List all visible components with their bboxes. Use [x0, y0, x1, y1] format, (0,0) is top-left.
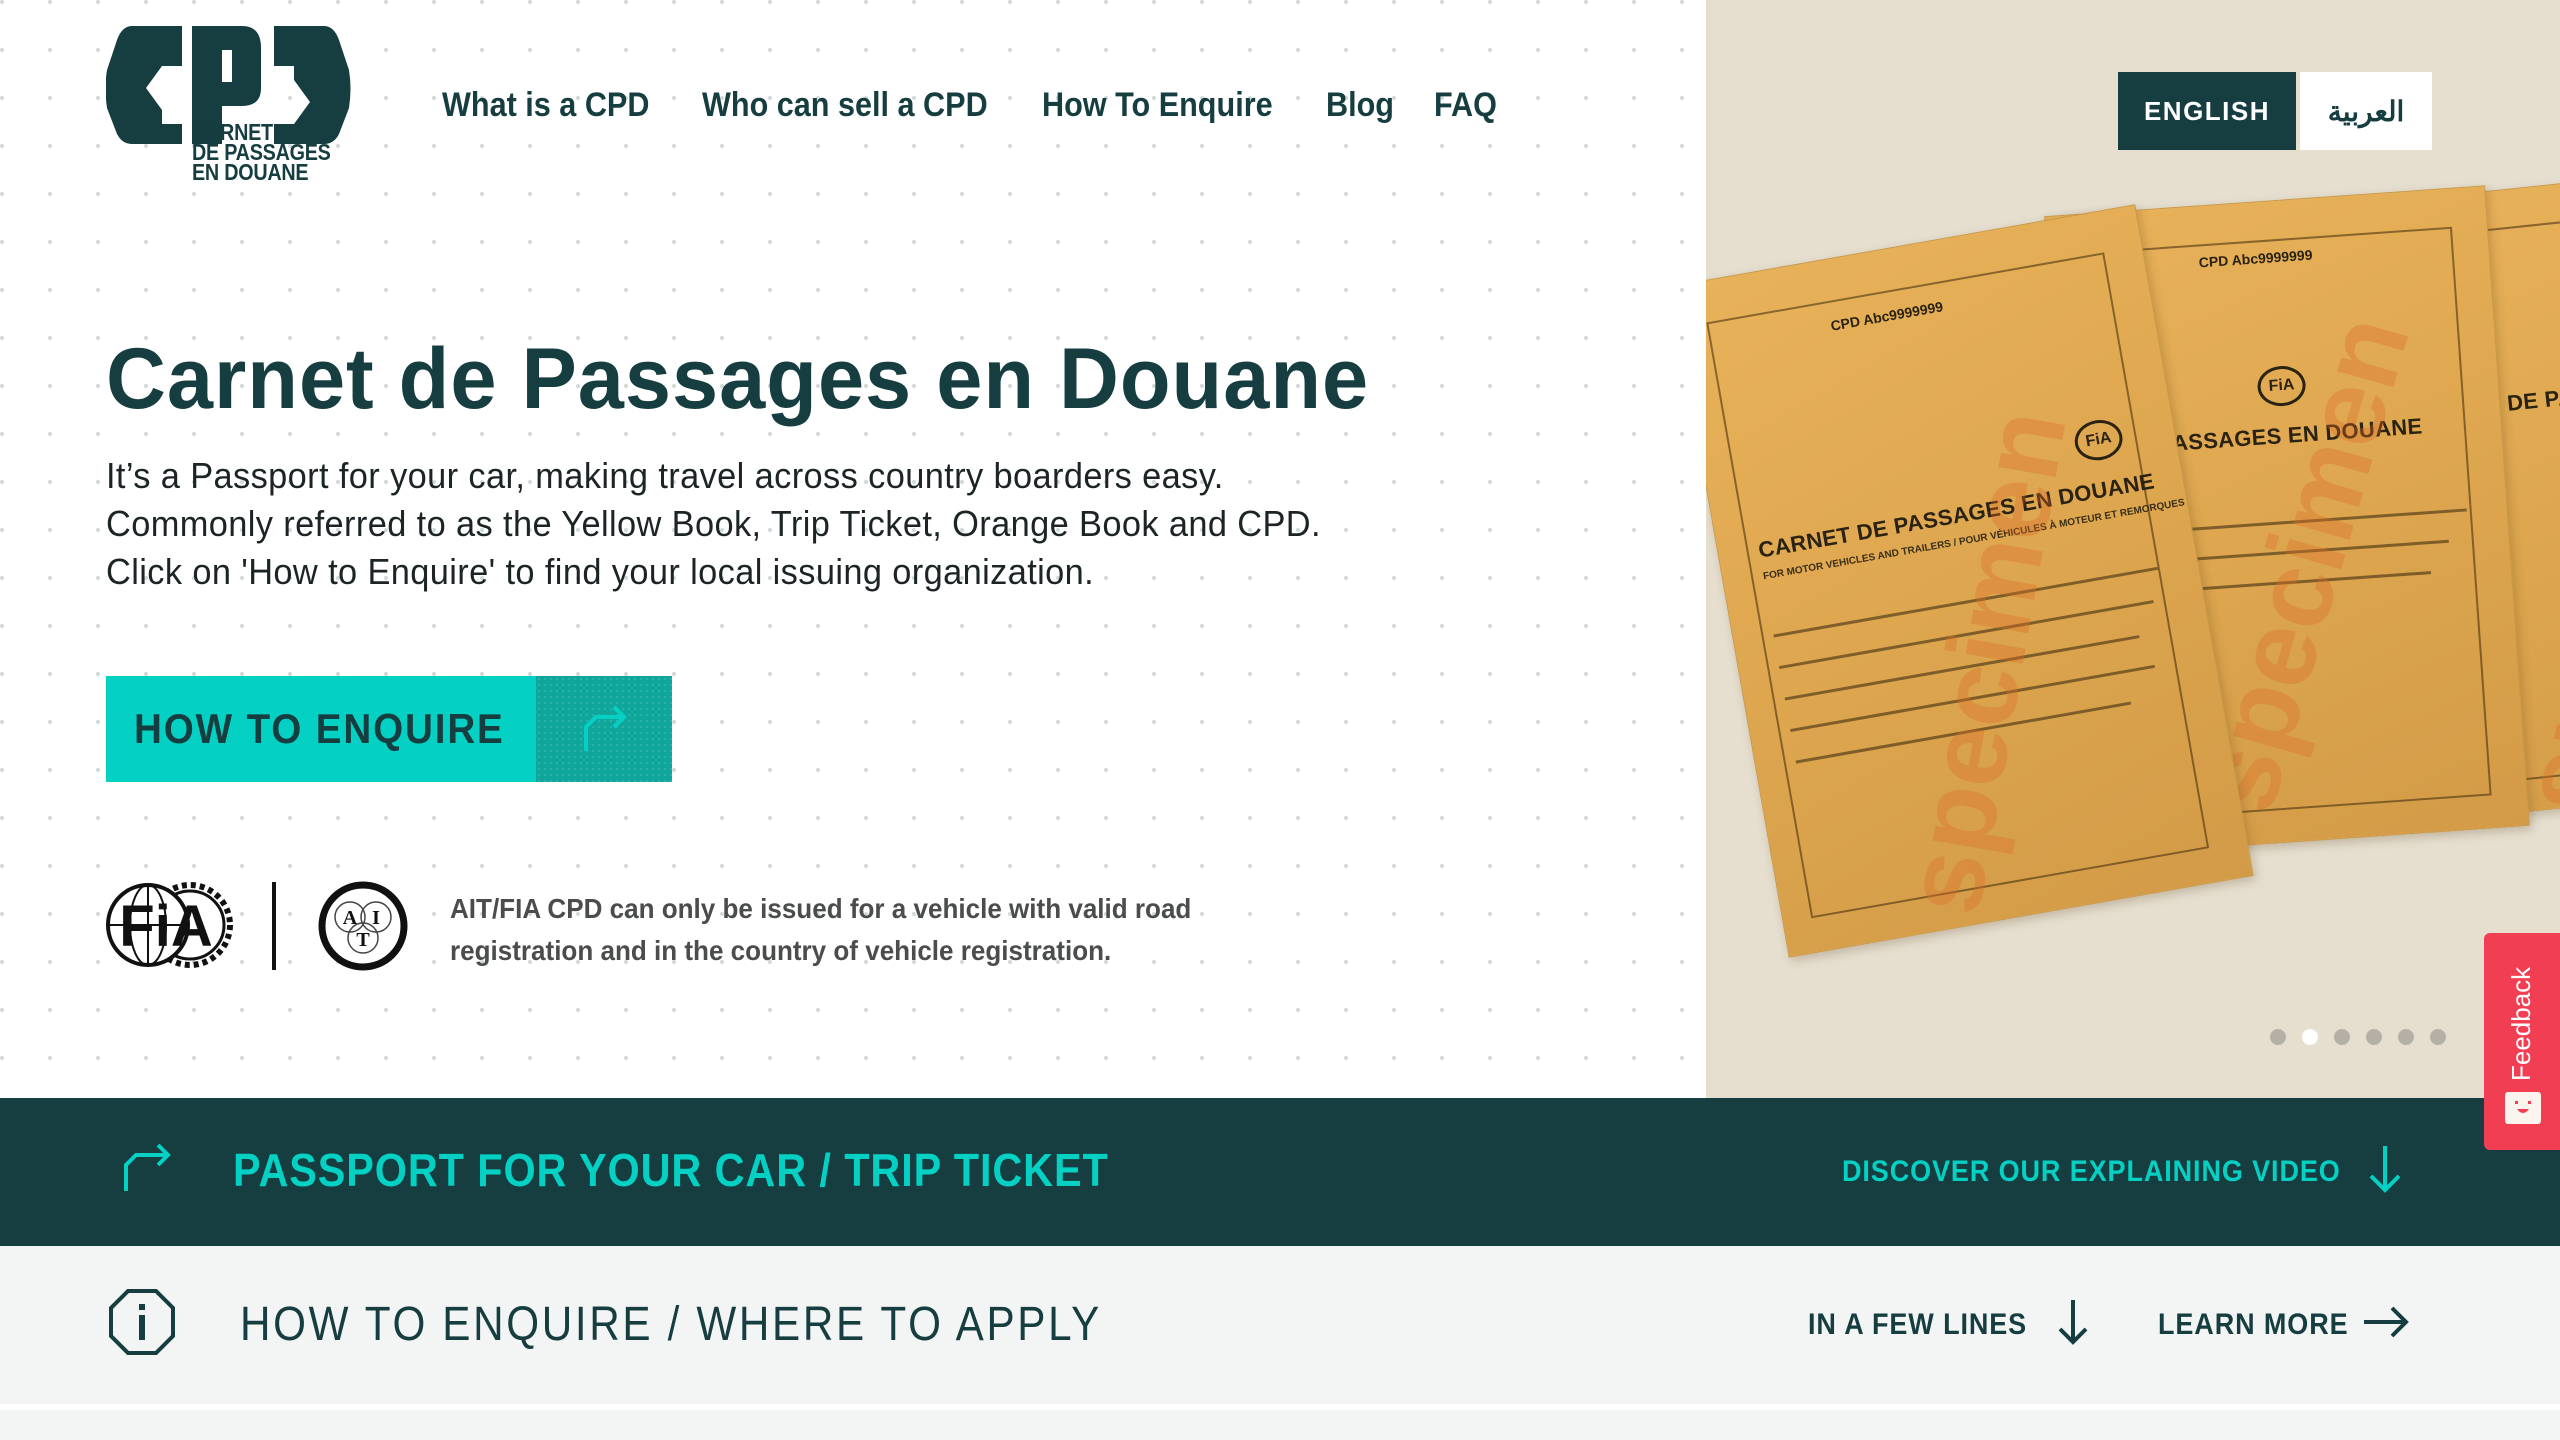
arrow-down-icon[interactable] [2056, 1298, 2090, 1346]
language-arabic-button[interactable]: العربية [2300, 72, 2432, 150]
carousel-dot-active[interactable] [2302, 1029, 2318, 1045]
notice-line: registration and in the country of vehic… [450, 935, 1112, 966]
carousel-dot[interactable] [2334, 1029, 2350, 1045]
page-title: Carnet de Passages en Douane [106, 331, 1370, 427]
smiley-chat-icon [2505, 1092, 2541, 1124]
ait-letter: I [372, 907, 380, 929]
feedback-tab[interactable]: Feedback [2484, 933, 2560, 1150]
carousel-dot[interactable] [2430, 1029, 2446, 1045]
how-to-enquire-button[interactable]: HOW TO ENQUIRE [106, 676, 672, 782]
hero-description-line: Commonly referred to as the Yellow Book,… [106, 503, 1321, 544]
in-a-few-lines-link[interactable]: IN A FEW LINES [1808, 1308, 2027, 1342]
arrow-down-icon[interactable] [2366, 1144, 2404, 1194]
carousel-dot[interactable] [2366, 1029, 2382, 1045]
hero-description: It’s a Passport for your car, making tra… [106, 452, 1321, 596]
language-switcher: ENGLISH العربية [2118, 72, 2432, 150]
feedback-label: Feedback [2506, 966, 2536, 1081]
ait-logo: A I T [318, 881, 408, 971]
explaining-video-link[interactable]: DISCOVER OUR EXPLAINING VIDEO [1842, 1155, 2341, 1189]
carousel-dot[interactable] [2398, 1029, 2414, 1045]
next-section-bar [0, 1410, 2560, 1440]
nav-blog[interactable]: Blog [1326, 86, 1394, 125]
ait-letter: T [356, 929, 370, 951]
learn-more-link[interactable]: LEARN MORE [2158, 1308, 2349, 1342]
carousel-dot[interactable] [2270, 1029, 2286, 1045]
arrow-right-icon[interactable] [2362, 1304, 2410, 1340]
cta-label-area[interactable]: HOW TO ENQUIRE [106, 676, 536, 782]
ait-letter: A [343, 907, 358, 929]
issuance-notice: AIT/FIA CPD can only be issued for a veh… [450, 888, 1191, 972]
enquire-section-title: HOW TO ENQUIRE / WHERE TO APPLY [240, 1298, 1102, 1351]
nav-who-can-sell[interactable]: Who can sell a CPD [702, 86, 988, 125]
hero-description-line: It’s a Passport for your car, making tra… [106, 455, 1224, 496]
language-english-button[interactable]: ENGLISH [2118, 72, 2296, 150]
hero-description-line: Click on 'How to Enquire' to find your l… [106, 551, 1095, 592]
logo-subtitle: CARNET DE PASSAGES EN DOUANE [192, 121, 331, 185]
cta-label: HOW TO ENQUIRE [134, 705, 505, 752]
passport-section-title: PASSPORT FOR YOUR CAR / TRIP TICKET [233, 1144, 1109, 1196]
logo-line: EN DOUANE [192, 159, 309, 185]
carousel-pagination [2270, 1029, 2446, 1045]
turn-right-arrow-icon [124, 1143, 171, 1191]
enquire-section-bar: HOW TO ENQUIRE / WHERE TO APPLY IN A FEW… [0, 1246, 2560, 1404]
hero-carousel-image: FiA CARNET DE PASSAGES EN DOUANE specime… [1706, 0, 2560, 1098]
info-icon [109, 1289, 175, 1355]
fia-logo: FiA [106, 882, 233, 968]
nav-how-to-enquire[interactable]: How To Enquire [1042, 86, 1273, 125]
nav-faq[interactable]: FAQ [1434, 86, 1497, 125]
passport-section-bar: PASSPORT FOR YOUR CAR / TRIP TICKET DISC… [0, 1098, 2560, 1246]
logo-divider [272, 882, 276, 970]
nav-what-is-cpd[interactable]: What is a CPD [442, 86, 649, 125]
cta-arrow-area[interactable] [536, 676, 672, 782]
turn-right-arrow-icon [584, 705, 627, 751]
fia-logo-text: FiA [119, 894, 212, 959]
notice-line: AIT/FIA CPD can only be issued for a veh… [450, 893, 1192, 924]
